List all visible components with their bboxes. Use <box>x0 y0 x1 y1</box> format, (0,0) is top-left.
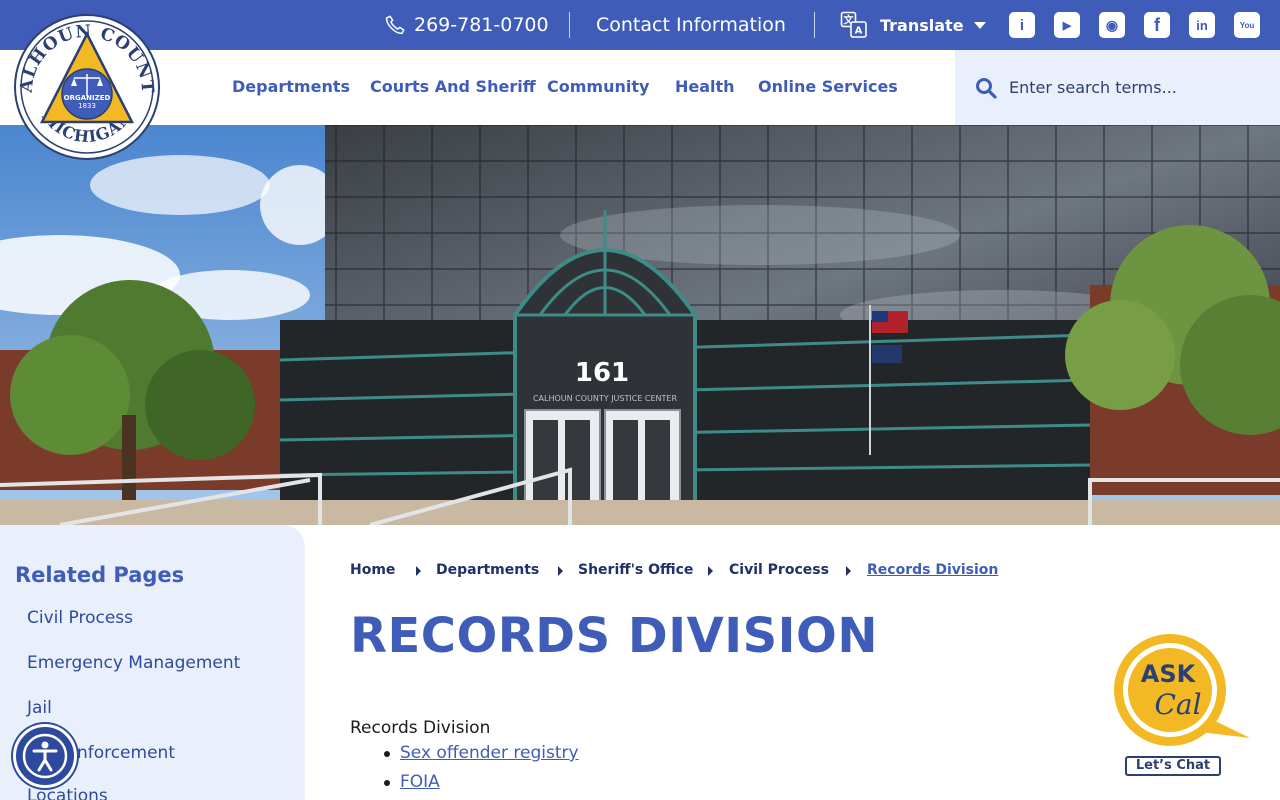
breadcrumb-sheriffs-office[interactable]: Sheriff's Office <box>578 562 693 578</box>
nav-health[interactable]: Health <box>675 77 735 96</box>
facebook-icon[interactable]: f <box>1144 12 1170 38</box>
translate-label: Translate <box>880 15 964 35</box>
sidebar-link-locations[interactable]: Locations <box>27 786 108 800</box>
search-box <box>955 50 1280 125</box>
intro-text: Records Division <box>350 718 491 738</box>
breadcrumb-departments[interactable]: Departments <box>436 562 539 578</box>
list-bullet <box>384 751 390 757</box>
svg-text:ASK: ASK <box>1141 660 1197 688</box>
nav-community[interactable]: Community <box>547 77 649 96</box>
phone-link[interactable]: 269-781-0700 <box>384 12 549 38</box>
ask-cal-chat-badge[interactable]: ASK Cal <box>1112 632 1252 747</box>
divider <box>814 12 815 38</box>
nav-departments[interactable]: Departments <box>232 77 350 96</box>
svg-text:CALHOUN COUNTY JUSTICE CENTER: CALHOUN COUNTY JUSTICE CENTER <box>533 394 678 403</box>
breadcrumb-separator <box>416 566 421 576</box>
accessibility-icon <box>22 733 68 779</box>
translate-icon: 文 A <box>840 11 867 38</box>
breadcrumb-separator <box>708 566 713 576</box>
breadcrumb-civil-process[interactable]: Civil Process <box>729 562 829 578</box>
youtube-icon[interactable]: You <box>1234 12 1260 38</box>
svg-text:161: 161 <box>575 358 629 388</box>
translate-dropdown[interactable]: 文 A Translate <box>840 10 986 40</box>
page-title: RECORDS DIVISION <box>350 608 878 664</box>
svg-text:Cal: Cal <box>1154 688 1201 721</box>
search-input[interactable] <box>1009 78 1259 97</box>
info-icon[interactable]: i <box>1009 12 1035 38</box>
svg-text:1833: 1833 <box>78 102 96 110</box>
nav-online-services[interactable]: Online Services <box>758 77 898 96</box>
breadcrumb-separator <box>558 566 563 576</box>
svg-text:ORGANIZED: ORGANIZED <box>64 94 111 102</box>
foia-link[interactable]: FOIA <box>400 772 440 792</box>
utility-bar: 269-781-0700 Contact Information 文 A Tra… <box>0 0 1280 50</box>
list-bullet <box>384 780 390 786</box>
divider <box>569 12 570 38</box>
sidebar-link-civil-process[interactable]: Civil Process <box>27 608 133 628</box>
contact-information-link[interactable]: Contact Information <box>596 12 786 38</box>
breadcrumb-records-division[interactable]: Records Division <box>867 562 998 578</box>
sex-offender-registry-link[interactable]: Sex offender registry <box>400 743 579 763</box>
search-icon[interactable] <box>975 77 997 99</box>
linkedin-icon[interactable]: in <box>1189 12 1215 38</box>
county-seal-logo[interactable]: CALHOUN COUNTY MICHIGAN ORGANIZED 1833 <box>14 14 160 160</box>
sidebar-link-emergency-management[interactable]: Emergency Management <box>27 653 240 673</box>
breadcrumb-home[interactable]: Home <box>350 562 395 578</box>
chevron-down-icon <box>973 21 986 29</box>
hero-image-justice-center: 161 CALHOUN COUNTY JUSTICE CENTER <box>0 125 1280 525</box>
related-pages-heading: Related Pages <box>15 563 185 587</box>
breadcrumb-separator <box>846 566 851 576</box>
svg-text:A: A <box>855 26 863 37</box>
accessibility-button[interactable] <box>13 724 77 788</box>
lets-chat-button[interactable]: Let’s Chat <box>1125 756 1221 776</box>
phone-number: 269-781-0700 <box>414 14 549 36</box>
nav-courts-and-sheriff[interactable]: Courts And Sheriff <box>370 77 536 96</box>
podcast-icon[interactable]: ◉ <box>1099 12 1125 38</box>
sidebar-link-jail[interactable]: Jail <box>27 698 52 718</box>
youtube-play-icon[interactable]: ▶ <box>1054 12 1080 38</box>
phone-icon <box>385 15 405 35</box>
